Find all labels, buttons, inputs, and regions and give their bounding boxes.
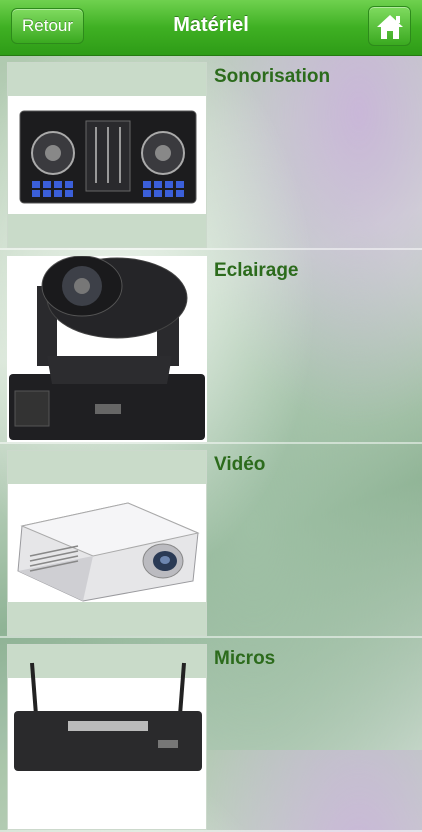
list-item-micros[interactable]: Micros xyxy=(0,638,422,832)
list-item-sonorisation[interactable]: Sonorisation xyxy=(0,56,422,250)
page-title: Matériel xyxy=(173,14,249,36)
navigation-bar: Retour Matériel xyxy=(0,0,422,56)
home-button[interactable] xyxy=(368,6,411,46)
category-label: Micros xyxy=(214,648,276,669)
microphone-receiver-image xyxy=(7,644,207,830)
list-item-video[interactable]: Vidéo xyxy=(0,444,422,638)
category-label: Vidéo xyxy=(214,454,266,475)
projector-image xyxy=(7,450,207,636)
moving-head-light-image xyxy=(7,256,207,442)
home-icon xyxy=(377,15,403,39)
category-label: Eclairage xyxy=(214,260,299,281)
dj-controller-image xyxy=(7,62,207,248)
list-item-eclairage[interactable]: Eclairage xyxy=(0,250,422,444)
category-label: Sonorisation xyxy=(214,66,331,87)
